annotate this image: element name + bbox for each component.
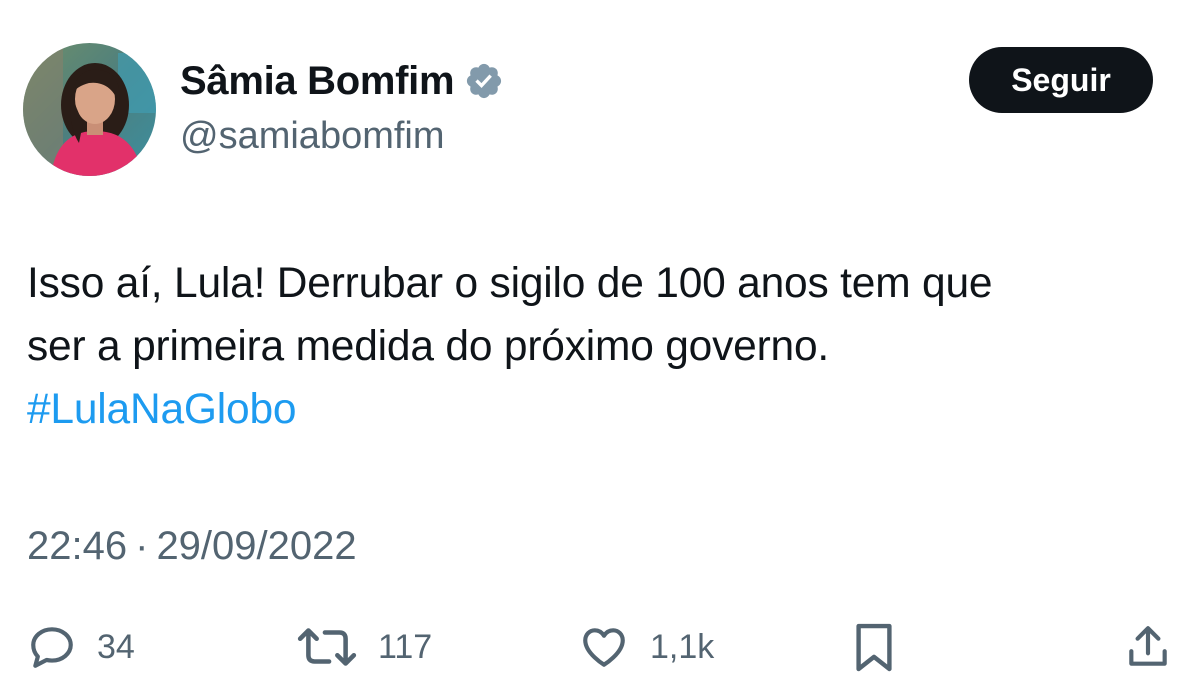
timestamp-separator: · <box>135 524 149 568</box>
retweet-button[interactable]: 117 <box>296 615 432 679</box>
author-name-row: Sâmia Bomfim <box>180 58 504 104</box>
share-button[interactable] <box>1123 615 1173 679</box>
share-icon <box>1123 620 1173 674</box>
tweet-text-line: ser a primeira medida do próximo governo… <box>27 323 830 370</box>
tweet-actions-bar: 34 117 1,1k <box>0 615 1200 679</box>
retweet-count: 117 <box>378 627 433 666</box>
reply-icon <box>27 622 77 672</box>
retweet-icon <box>296 622 358 672</box>
hashtag-link[interactable]: #LulaNaGlobo <box>27 378 1177 441</box>
tweet-text-line: Isso aí, Lula! Derrubar o sigilo de 100 … <box>27 260 993 307</box>
tweet-date: 29/09/2022 <box>156 524 357 568</box>
verified-badge-icon <box>464 61 504 101</box>
bookmark-icon <box>852 620 896 674</box>
tweet-text: Isso aí, Lula! Derrubar o sigilo de 100 … <box>27 252 1177 441</box>
tweet-timestamp[interactable]: 22:46 · 29/09/2022 <box>27 524 357 569</box>
like-count: 1,1k <box>650 627 715 666</box>
avatar[interactable] <box>23 43 156 176</box>
follow-button[interactable]: Seguir <box>969 47 1153 113</box>
reply-button[interactable]: 34 <box>27 615 135 679</box>
tweet-card: Sâmia Bomfim @samiabomfim Seguir Isso aí… <box>0 0 1200 694</box>
heart-icon <box>578 622 630 672</box>
tweet-time: 22:46 <box>27 524 128 568</box>
like-button[interactable]: 1,1k <box>578 615 714 679</box>
author-handle[interactable]: @samiabomfim <box>180 115 445 158</box>
reply-count: 34 <box>97 627 135 666</box>
bookmark-button[interactable] <box>852 615 896 679</box>
author-display-name[interactable]: Sâmia Bomfim <box>180 59 455 104</box>
